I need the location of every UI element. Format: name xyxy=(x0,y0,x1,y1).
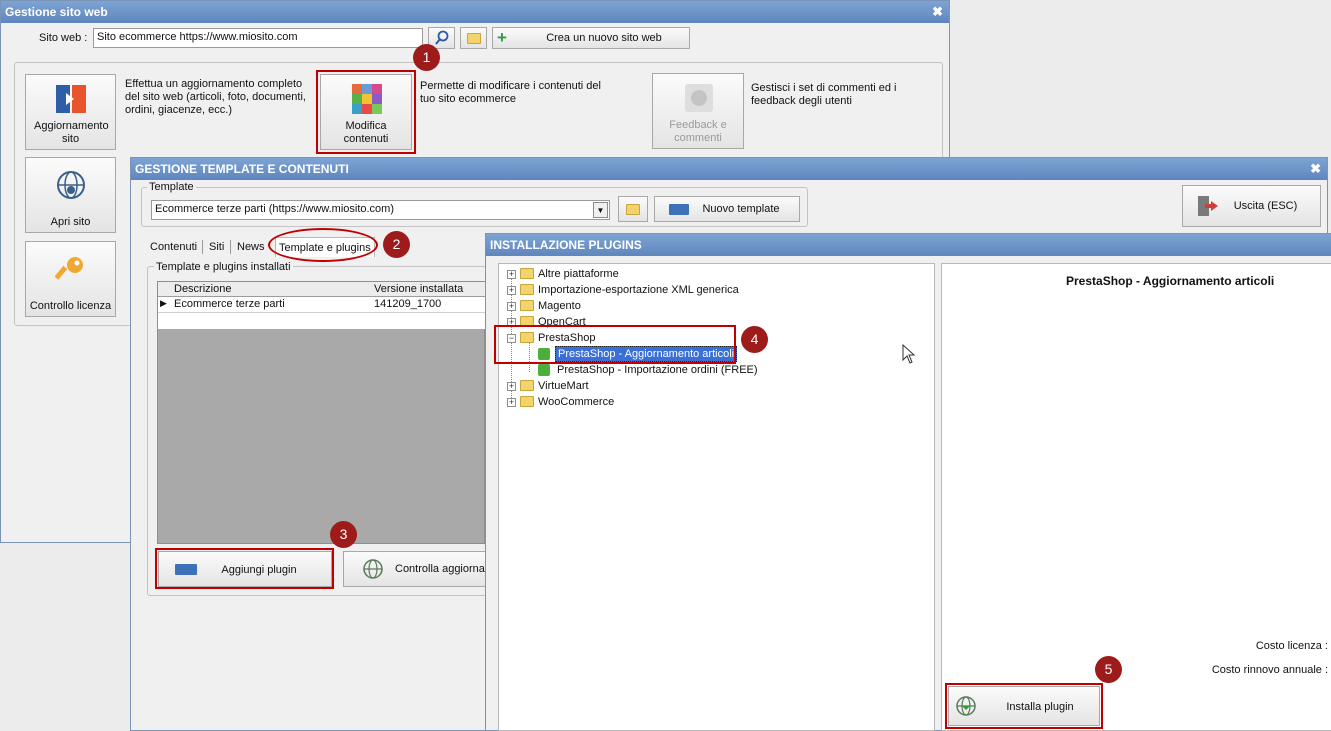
close-icon[interactable]: ✖ xyxy=(932,1,943,23)
callout-3: 3 xyxy=(330,521,357,548)
open-site-button[interactable]: Apri sito xyxy=(25,157,116,233)
table-cell: Ecommerce terze parti xyxy=(174,298,285,310)
search-icon xyxy=(434,30,448,45)
license-cost-label: Costo licenza : xyxy=(1255,640,1328,652)
highlight-template-tab xyxy=(268,228,378,262)
tab-news[interactable]: News xyxy=(234,237,268,257)
renewal-cost-label: Costo rinnovo annuale : xyxy=(1211,664,1328,676)
check-updates-label: Controlla aggiornam xyxy=(395,563,493,575)
callout-5: 5 xyxy=(1095,656,1122,683)
folder-icon xyxy=(520,268,534,279)
feedback-label: Feedback e commenti xyxy=(669,119,727,144)
globe-icon xyxy=(363,559,383,579)
folder-icon xyxy=(467,33,481,44)
site-label: Sito web : xyxy=(39,32,88,44)
puzzle-icon xyxy=(538,364,550,376)
open-site-label: Apri sito xyxy=(50,216,91,228)
folder-icon xyxy=(520,300,534,311)
folder-icon xyxy=(626,204,640,215)
key-icon xyxy=(55,257,83,280)
tree-node-label: Importazione-esportazione XML generica xyxy=(538,284,739,296)
feedback-icon xyxy=(685,84,713,112)
site-select[interactable]: Sito ecommerce https://www.miosito.com xyxy=(93,28,423,48)
expand-icon[interactable]: + xyxy=(507,398,516,407)
exit-button[interactable]: Uscita (ESC) xyxy=(1182,185,1321,227)
globe-icon xyxy=(57,171,85,199)
template-folder-button[interactable] xyxy=(618,196,648,222)
callout-2: 2 xyxy=(383,231,410,258)
check-updates-button[interactable]: Controlla aggiornam xyxy=(343,551,493,587)
tab-divider xyxy=(202,240,203,254)
highlight-add-plugin xyxy=(155,548,334,589)
new-site-label: Crea un nuovo sito web xyxy=(546,32,662,44)
chevron-down-icon[interactable]: ▼ xyxy=(593,202,608,218)
main-window-title: Gestione sito web xyxy=(5,5,108,19)
main-titlebar: Gestione sito web ✖ xyxy=(1,1,949,23)
license-check-label: Controllo licenza xyxy=(29,300,112,312)
plugins-window-title: INSTALLAZIONE PLUGINS xyxy=(490,238,642,252)
new-template-button[interactable]: Nuovo template xyxy=(654,196,800,222)
license-check-button[interactable]: Controllo licenza xyxy=(25,241,116,317)
tab-divider xyxy=(230,240,231,254)
tab-sites[interactable]: Siti xyxy=(206,237,227,257)
feedback-button[interactable]: Feedback e commenti xyxy=(652,73,744,149)
plus-icon: + xyxy=(497,28,507,47)
row-pointer-icon: ▶ xyxy=(160,298,167,308)
template-titlebar: GESTIONE TEMPLATE E CONTENUTI ✖ xyxy=(131,158,1327,180)
tree-node-label: VirtueMart xyxy=(538,380,589,392)
exit-icon xyxy=(1198,196,1218,216)
column-header-version: Versione installata xyxy=(374,283,464,295)
plugins-titlebar: INSTALLAZIONE PLUGINS xyxy=(486,234,1331,256)
update-site-button[interactable]: Aggiornamento sito xyxy=(25,74,116,150)
plugin-detail-title: PrestaShop - Aggiornamento articoli xyxy=(1066,274,1275,288)
column-header-description: Descrizione xyxy=(174,283,232,295)
close-icon[interactable]: ✖ xyxy=(1310,158,1321,180)
table-cell: 141209_1700 xyxy=(374,298,442,310)
template-select-value: Ecommerce terze parti (https://www.miosi… xyxy=(155,203,395,215)
installed-group-label: Template e plugins installati xyxy=(154,261,293,273)
folder-icon xyxy=(520,380,534,391)
table-row[interactable]: ▶ Ecommerce terze parti 141209_1700 xyxy=(158,297,486,313)
new-site-button[interactable]: + Crea un nuovo sito web xyxy=(492,27,690,49)
highlight-edit-content xyxy=(316,70,416,154)
folder-icon xyxy=(520,284,534,295)
update-icon xyxy=(56,85,86,113)
update-site-description: Effettua un aggiornamento completo del s… xyxy=(125,78,306,116)
edit-content-description: Permette di modificare i contenuti del t… xyxy=(420,80,601,105)
installed-table: Descrizione Versione installata ▶ Ecomme… xyxy=(157,281,486,544)
tree-node-label: Magento xyxy=(538,300,581,312)
update-site-label: Aggiornamento sito xyxy=(34,120,109,145)
tree-node-label: PrestaShop - Importazione ordini (FREE) xyxy=(557,364,758,376)
callout-1: 1 xyxy=(413,44,440,71)
plugin-detail-panel xyxy=(941,263,1331,731)
expand-icon[interactable]: + xyxy=(507,382,516,391)
highlight-prestashop-node xyxy=(494,325,736,364)
template-window-title: GESTIONE TEMPLATE E CONTENUTI xyxy=(135,162,349,176)
new-template-label: Nuovo template xyxy=(702,203,780,215)
feedback-description: Gestisci i set di commenti ed i feedback… xyxy=(751,82,897,107)
folder-button[interactable] xyxy=(460,27,487,49)
tree-node-label: WooCommerce xyxy=(538,396,615,408)
tree-node-label: Altre piattaforme xyxy=(538,268,619,280)
expand-icon[interactable]: + xyxy=(507,270,516,279)
template-group-label: Template xyxy=(147,181,196,193)
table-new-row[interactable] xyxy=(158,313,486,329)
mouse-cursor-icon xyxy=(902,344,916,364)
callout-4: 4 xyxy=(741,326,768,353)
tab-contents[interactable]: Contenuti xyxy=(147,237,200,257)
highlight-install-plugin xyxy=(945,683,1103,729)
template-select[interactable]: Ecommerce terze parti (https://www.miosi… xyxy=(151,200,610,220)
new-template-icon xyxy=(669,204,689,215)
expand-icon[interactable]: + xyxy=(507,286,516,295)
folder-icon xyxy=(520,396,534,407)
expand-icon[interactable]: + xyxy=(507,302,516,311)
table-header: Descrizione Versione installata xyxy=(158,282,486,297)
